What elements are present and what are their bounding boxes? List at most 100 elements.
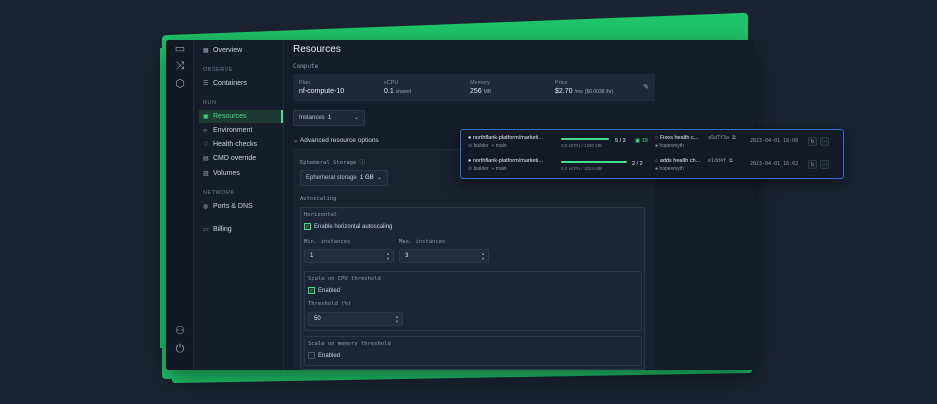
sidebar-item-label: Volumes xyxy=(213,170,240,177)
sidebar-item-label: Overview xyxy=(213,47,243,54)
sidebar-item-volumes[interactable]: ▥ Volumes xyxy=(199,167,283,180)
stat-unit: /mo xyxy=(574,89,583,95)
nav-section-observe: OBSERVE xyxy=(203,67,233,73)
commit-message: ◌ Fixes health c... xyxy=(655,135,698,141)
threshold-input[interactable]: 50 ▲ ▼ xyxy=(308,312,403,326)
stat-unit: shared xyxy=(395,89,411,95)
stepper-icon[interactable]: ▲ ▼ xyxy=(395,314,399,324)
sidebar-item-resources[interactable]: ▣ Resources xyxy=(199,110,283,123)
nav-section-network: NETWORK xyxy=(203,190,235,196)
select-label: Instances xyxy=(299,115,325,121)
commit-author: ● hopesmyth xyxy=(655,166,684,172)
sidebar-nav: ▦ Overview OBSERVE ☰ Containers RUN ▣ Resou… xyxy=(194,40,284,370)
sidebar-item-cmd-override[interactable]: ▤ CMD override xyxy=(199,152,283,165)
cpu-enabled-checkbox[interactable]: ✓ Enabled xyxy=(308,287,340,294)
info-icon: ⓘ xyxy=(359,160,366,166)
build-row[interactable]: ● northflank-platform/marketi... ⊙ build… xyxy=(461,132,843,154)
chevron-down-icon: ⌄ xyxy=(376,175,382,181)
restart-icon[interactable]: ↻ xyxy=(808,137,817,146)
sidebar-item-label: Health checks xyxy=(213,141,257,148)
avatar-icon: ● xyxy=(655,143,659,149)
pencil-icon[interactable]: ✎ xyxy=(643,83,649,91)
branch-icon: ⑂ xyxy=(491,166,495,172)
advanced-options-toggle[interactable]: ⌄ Advanced resource options xyxy=(293,136,379,144)
checkbox-icon xyxy=(308,352,315,359)
memory-threshold-box: Scale on memory threshold Enabled xyxy=(304,336,642,366)
checkbox-label: Enabled xyxy=(318,353,341,360)
github-icon: ● xyxy=(468,158,472,164)
ephemeral-storage-select[interactable]: Ephemeral storage 1 GB ⌄ xyxy=(300,170,388,186)
stat-value: $2.70 xyxy=(555,88,573,95)
toggle-label: Advanced resource options xyxy=(299,137,379,144)
stat-value: nf-compute-10 xyxy=(299,88,345,95)
input-value: 3 xyxy=(405,253,409,259)
sidebar-item-label: Containers xyxy=(213,80,247,87)
hash-text: a5d7f3a xyxy=(708,135,730,141)
chevron-down-icon: ⌄ xyxy=(353,115,359,121)
sidebar-item-environment[interactable]: ‹› Environment xyxy=(199,124,283,137)
min-instances-input[interactable]: 1 ▲ ▼ xyxy=(304,249,394,263)
nav-section-run: RUN xyxy=(203,100,217,106)
resources-icon: ▣ xyxy=(203,114,209,120)
sidebar-item-containers[interactable]: ☰ Containers xyxy=(199,77,283,90)
badge-text: 19 xyxy=(641,138,648,144)
resource-bar-fill xyxy=(561,138,609,140)
ephemeral-storage-heading: Ephemeral Storage ⓘ xyxy=(300,158,365,166)
shuffle-icon[interactable]: ⤨ xyxy=(173,59,187,73)
users-icon[interactable]: ⚇ xyxy=(173,324,187,338)
stat-key: Price xyxy=(555,80,568,86)
check-icon: ✓ xyxy=(304,223,311,230)
resource-bar-fill xyxy=(561,161,627,163)
instance-count: 2 / 2 xyxy=(632,161,643,167)
checkbox-label: Enable horizontal autoscaling xyxy=(314,224,393,231)
repo-text: northflank-platform/marketi... xyxy=(472,158,543,164)
card-icon: ▭ xyxy=(203,227,209,233)
instances-select[interactable]: Instances 1 ⌄ xyxy=(293,110,365,126)
code-icon: ‹› xyxy=(203,128,207,134)
stat-key: vCPU xyxy=(384,80,399,86)
heading-text: Ephemeral Storage xyxy=(300,160,357,166)
build-status-popup: ● northflank-platform/marketi... ⊙ build… xyxy=(460,129,844,179)
horizontal-heading: Horizontal xyxy=(304,212,338,218)
max-instances-input[interactable]: 3 ▲ ▼ xyxy=(399,249,489,263)
build-row[interactable]: ● northflank-platform/marketi... ⊙ build… xyxy=(461,155,843,177)
enable-horizontal-checkbox[interactable]: ✓ Enable horizontal autoscaling xyxy=(304,223,392,230)
memory-enabled-checkbox[interactable]: Enabled xyxy=(308,352,340,359)
memory-stat: Memory 256 MB xyxy=(470,80,491,95)
sidebar-item-label: Resources xyxy=(213,113,247,120)
build-meta: ⊙ builder ⑂ main xyxy=(468,166,507,172)
more-icon[interactable]: ⋯ xyxy=(820,160,829,169)
select-value: 1 xyxy=(328,115,332,121)
threshold-label: Threshold (%) xyxy=(308,301,352,307)
horizontal-autoscaling-box: Horizontal ✓ Enable horizontal autoscalin… xyxy=(300,207,645,370)
resource-text: 0.5 vCPU / 1280 MB xyxy=(561,143,603,148)
logout-icon[interactable]: ⏻ xyxy=(173,342,187,356)
copy-icon: ⧉ xyxy=(732,135,736,141)
commit-message: ◌ adds health ch... xyxy=(655,158,700,164)
builder-text: builder xyxy=(473,143,489,149)
network-icon[interactable]: ⬡ xyxy=(173,77,187,91)
grid-icon: ▦ xyxy=(203,48,209,54)
stepper-icon[interactable]: ▲ ▼ xyxy=(386,251,390,261)
restart-icon[interactable]: ↻ xyxy=(808,160,817,169)
resource-bar xyxy=(561,161,627,163)
stepper-icon[interactable]: ▲ ▼ xyxy=(481,251,485,261)
sidebar-item-health-checks[interactable]: ♡ Health checks xyxy=(199,138,283,151)
sidebar-item-ports-dns[interactable]: ◍ Ports & DNS xyxy=(199,200,283,213)
more-icon[interactable]: ⋯ xyxy=(820,137,829,146)
avatar-icon: ● xyxy=(655,166,659,172)
commit-icon: ◌ xyxy=(655,135,659,141)
build-date: 2023-04-01 16:02 xyxy=(750,161,799,167)
stat-value: 0.1 xyxy=(384,88,394,95)
builder-icon: ⊙ xyxy=(468,166,473,172)
author-text: hopesmyth xyxy=(659,143,684,149)
commit-hash[interactable]: e1dd4f ⧉ xyxy=(708,158,733,164)
main-content: Resources Compute Plan nf-compute-10 vCP… xyxy=(284,40,754,370)
build-badge: ▣ 19 xyxy=(635,138,648,144)
commit-hash[interactable]: a5d7f3a ⧉ xyxy=(708,135,736,141)
sidebar-item-overview[interactable]: ▦ Overview xyxy=(199,44,283,57)
repo-name: ● northflank-platform/marketi... xyxy=(468,158,543,164)
max-instances-label: Max. instances xyxy=(399,239,446,245)
sidebar-item-billing[interactable]: ▭ Billing xyxy=(199,223,283,236)
calendar-icon[interactable]: ▭ xyxy=(173,42,187,56)
